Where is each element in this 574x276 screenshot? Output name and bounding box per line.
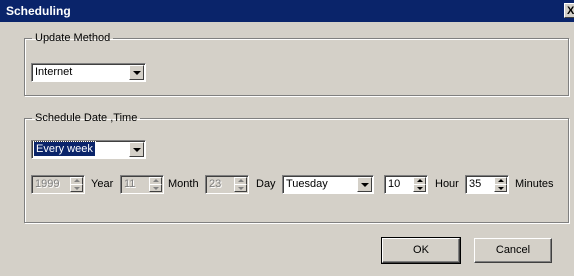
year-value: 1999 — [35, 178, 60, 190]
close-button[interactable]: X — [564, 3, 574, 18]
dropdown-arrow-icon[interactable] — [129, 65, 144, 80]
schedule-legend: Schedule Date ,Time — [35, 112, 138, 124]
dropdown-arrow-icon[interactable] — [129, 142, 144, 157]
year-spinner[interactable]: 1999 — [31, 175, 85, 194]
title-bar: Scheduling X — [0, 0, 574, 22]
spin-down-icon[interactable] — [70, 184, 83, 192]
spin-down-icon[interactable] — [234, 184, 247, 192]
month-label: Month — [168, 178, 199, 190]
hour-spinner[interactable]: 10 — [384, 175, 428, 194]
day-label: Day — [256, 178, 276, 190]
year-label: Year — [91, 178, 114, 190]
ok-button[interactable]: OK — [381, 237, 461, 264]
frequency-value: Every week — [33, 141, 96, 157]
window-title: Scheduling — [6, 4, 71, 18]
cancel-button[interactable]: Cancel — [474, 238, 552, 263]
spin-down-icon[interactable] — [413, 184, 426, 192]
update-method-legend: Update Method — [35, 32, 111, 44]
update-method-select[interactable]: Internet — [31, 63, 146, 82]
update-method-value: Internet — [35, 66, 73, 78]
schedule-group: Schedule Date ,Time — [24, 112, 569, 223]
month-value: 11 — [124, 178, 136, 190]
minute-label: Minutes — [515, 178, 554, 190]
weekday-value: Tuesday — [286, 178, 328, 190]
spin-down-icon[interactable] — [149, 184, 162, 192]
hour-value: 10 — [388, 178, 401, 190]
frequency-select[interactable]: Every week — [31, 140, 146, 159]
weekday-select[interactable]: Tuesday — [282, 175, 374, 194]
dropdown-arrow-icon[interactable] — [357, 177, 372, 192]
hour-label: Hour — [435, 178, 459, 190]
minute-spinner[interactable]: 35 — [465, 175, 509, 194]
day-spinner[interactable]: 23 — [205, 175, 249, 194]
day-value: 23 — [209, 178, 222, 190]
spin-down-icon[interactable] — [494, 184, 507, 192]
minute-value: 35 — [469, 178, 482, 190]
month-spinner[interactable]: 11 — [120, 175, 164, 194]
